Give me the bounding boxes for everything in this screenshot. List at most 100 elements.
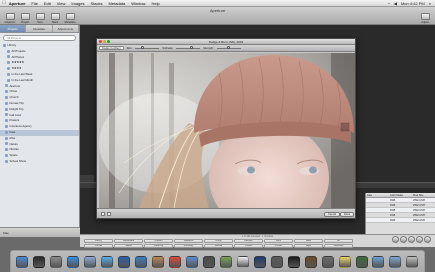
menu-metadata[interactable]: Metadata [109,1,126,6]
keyword-button[interactable]: Art [324,239,353,243]
fullscreen-button[interactable] [424,236,431,243]
projects-panel: Projects Metadata Adjustments All Projec… [0,25,80,237]
keyword-button[interactable]: Family [84,239,113,243]
menu-stacks[interactable]: Stacks [91,1,103,6]
softness-slider[interactable] [176,46,201,49]
ichat-icon[interactable] [101,255,114,268]
projects-search-input[interactable]: All Projects [3,35,76,41]
stack-button[interactable]: Stack [48,13,62,24]
ical-icon[interactable] [169,255,182,268]
photoshop-icon[interactable] [253,255,266,268]
word-icon[interactable] [118,255,131,268]
wifi-icon[interactable]: ◔ [387,1,389,6]
menu-view[interactable]: View [57,1,66,6]
menu-images[interactable]: Images [71,1,84,6]
itunes-icon[interactable] [186,255,198,268]
spotlight-icon[interactable]: ⌕ [429,1,431,6]
tab-adjustments[interactable]: Adjustments [53,25,79,32]
menu-help[interactable]: Help [151,1,159,6]
metadata-button[interactable]: Metadata [63,13,77,24]
minimize-window-button[interactable] [103,40,106,44]
column-header-pixel-size[interactable]: Pixel Size [412,193,435,197]
zoom-in-button[interactable] [107,212,111,216]
keyword-button[interactable]: Landscape [114,239,143,243]
project-icon [5,159,8,163]
album-icon [7,61,10,65]
new-project-button[interactable]: Project [18,13,32,24]
project-tree-item[interactable]: School Shots [0,159,79,165]
keyword-button[interactable]: Posed [234,243,263,248]
calculator-icon[interactable] [270,255,283,268]
aperture-icon[interactable] [202,255,215,268]
strength-slider-knob[interactable] [226,46,230,49]
textedit-icon[interactable] [236,255,249,268]
keyword-row-2: Portrait Studio Close Up Full Body Candid Pos… [84,243,354,248]
address-book-icon[interactable] [152,255,165,268]
reject-button[interactable] [408,236,415,243]
photo-canvas[interactable] [99,53,355,208]
volume-icon[interactable]: ◀ [394,1,397,6]
menu-aperture[interactable]: Aperture [9,1,26,6]
column-header-color-model[interactable]: Color Model [389,193,412,197]
rotate-right-button[interactable] [400,236,407,243]
keyword-button[interactable]: Close Up [144,243,173,248]
zoom-window-button[interactable] [107,40,110,44]
size-slider-knob[interactable] [141,46,145,49]
new-button[interactable]: New [33,13,47,24]
keyword-button[interactable]: Outdoor [144,239,173,243]
done-button[interactable]: Done [340,211,355,217]
preview-icon[interactable] [219,255,232,268]
stickies-icon[interactable] [338,255,351,268]
menu-edit[interactable]: Edit [44,1,51,6]
tab-metadata[interactable]: Metadata [26,25,53,32]
activity-monitor-icon[interactable] [355,255,368,268]
apple-menu-icon[interactable]:  [2,0,6,6]
tab-projects[interactable]: Projects [0,25,27,32]
strength-slider[interactable] [216,46,241,49]
brush-mode-select[interactable]: Dodge (Lighten) [99,45,124,51]
rotate-left-button[interactable] [392,236,399,243]
table-row[interactable]: RGB 2592x1728 [366,218,435,223]
keyword-button[interactable]: Group [204,239,233,243]
keyword-button[interactable]: Weekend [174,239,203,243]
menubar-clock[interactable]: Mon 4:42 PM [401,1,425,6]
portrait-photo [99,53,355,208]
cancel-button[interactable]: Cancel [324,211,341,217]
safari-icon[interactable] [67,255,80,268]
system-preferences-icon[interactable] [50,255,63,268]
table-cell [366,203,389,207]
keyword-button[interactable]: B&W [294,239,323,243]
column-header-date[interactable]: Date [366,193,389,197]
select-button[interactable] [416,236,423,243]
keyword-button[interactable]: Favorites [324,243,353,248]
documents-icon[interactable] [389,255,402,268]
project-tree-label: Dumas Trip [9,100,24,105]
terminal-icon[interactable] [287,255,300,268]
softness-slider-knob[interactable] [190,46,194,49]
menu-window[interactable]: Window [131,1,145,6]
close-window-button[interactable] [99,40,102,44]
dodge-burn-titlebar[interactable]: Dodge & Burn: IMG_0093 [97,39,355,45]
chess-icon[interactable] [321,255,334,268]
size-slider[interactable] [135,46,160,49]
keyword-button[interactable]: Abstract [234,239,263,243]
inspector-button[interactable]: Inspector [3,13,17,24]
viewer-controls[interactable] [80,175,94,182]
keyword-button[interactable]: Full Body [174,243,203,248]
dashboard-icon[interactable] [33,255,46,268]
zoom-out-button[interactable] [101,212,105,216]
keyword-button[interactable]: Candid [204,243,233,248]
keyword-button[interactable]: Color [264,239,293,243]
trash-icon[interactable] [406,255,419,268]
dictionary-icon[interactable] [304,255,317,268]
keyword-button[interactable]: Profile [264,243,293,248]
menu-file[interactable]: File [31,1,37,6]
iphoto-icon[interactable] [135,255,148,268]
keyword-button[interactable]: Night [294,243,323,248]
adjust-button[interactable]: Adjust [418,13,432,24]
keyword-button[interactable]: Studio [114,243,143,248]
finder-icon[interactable] [16,255,29,268]
downloads-icon[interactable] [372,255,385,268]
mail-icon[interactable] [84,255,97,268]
keyword-button[interactable]: Portrait [84,243,113,248]
